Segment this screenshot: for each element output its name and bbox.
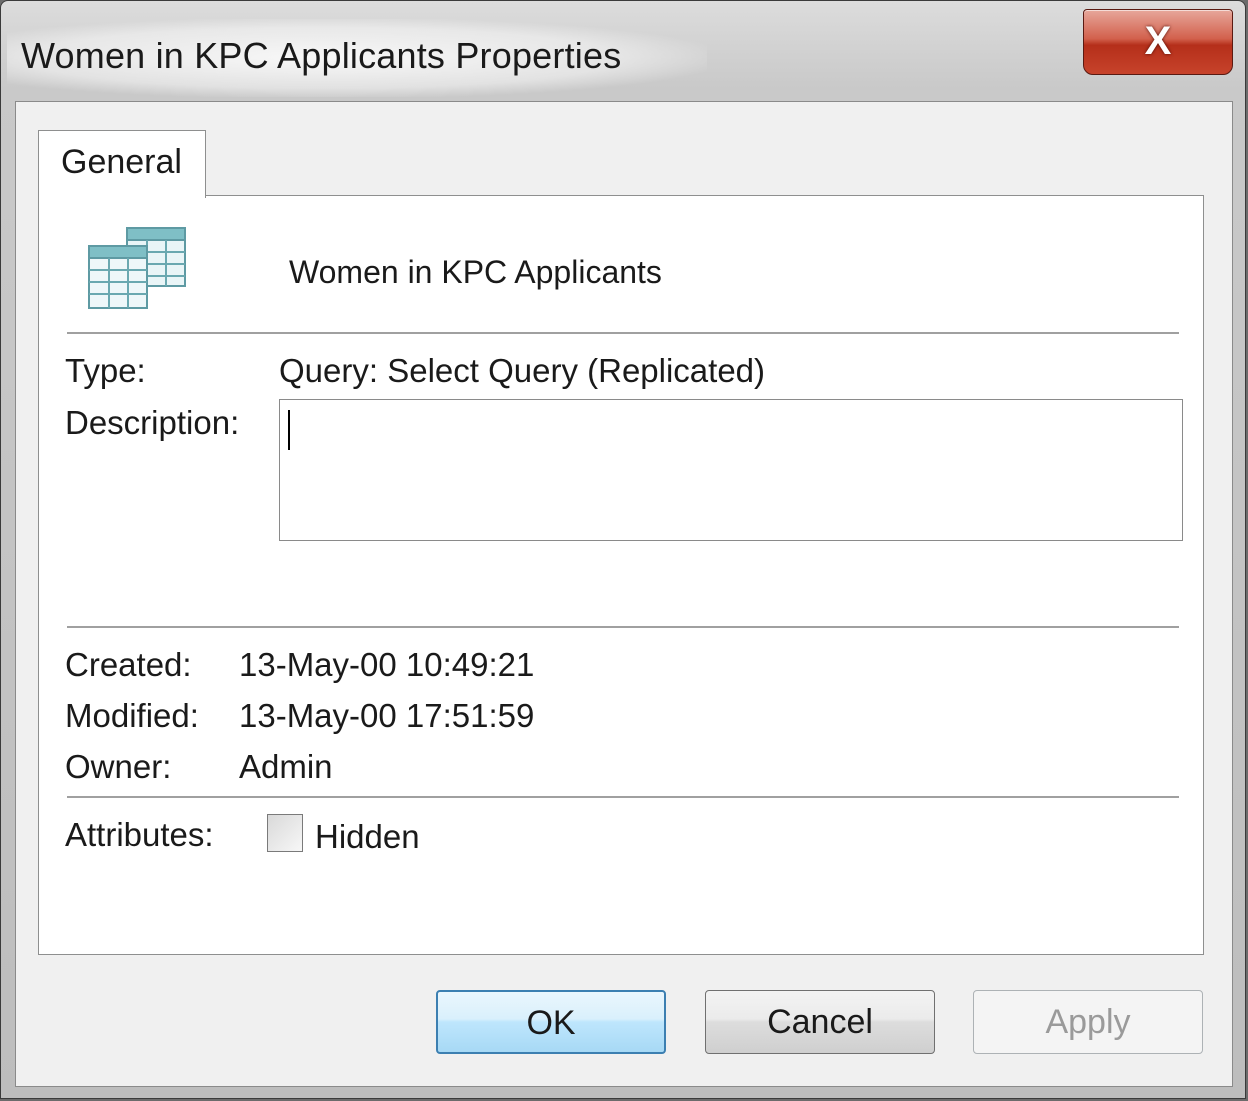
hidden-checkbox[interactable] [267, 814, 303, 852]
hidden-label[interactable]: Hidden [315, 818, 420, 856]
type-label: Type: [65, 352, 146, 389]
apply-button[interactable]: Apply [973, 990, 1203, 1054]
text-caret [288, 410, 290, 450]
owner-value: Admin [239, 748, 333, 785]
modified-label: Modified: [65, 697, 199, 734]
query-table-icon [88, 227, 186, 309]
ok-button[interactable]: OK [436, 990, 666, 1054]
close-button[interactable]: X [1083, 9, 1233, 75]
title-bar[interactable]: Women in KPC Applicants Properties X [1, 1, 1245, 101]
created-label: Created: [65, 646, 192, 683]
window-title: Women in KPC Applicants Properties [21, 35, 622, 76]
close-icon: X [1144, 19, 1172, 63]
tab-general-label: General [61, 143, 182, 181]
separator [67, 796, 1179, 798]
tab-general[interactable]: General [38, 130, 206, 198]
description-label: Description: [65, 404, 240, 441]
object-name: Women in KPC Applicants [289, 254, 662, 290]
type-value: Query: Select Query (Replicated) [279, 352, 766, 389]
properties-dialog: Women in KPC Applicants Properties X Gen… [0, 0, 1246, 1099]
separator [67, 332, 1179, 334]
attributes-label: Attributes: [65, 816, 214, 853]
dialog-client-area: General Women in KPC Applicants Type: Qu… [15, 101, 1233, 1087]
modified-value: 13-May-00 17:51:59 [239, 697, 535, 734]
separator [67, 626, 1179, 628]
created-value: 13-May-00 10:49:21 [239, 646, 535, 683]
description-field[interactable] [279, 399, 1183, 541]
cancel-button[interactable]: Cancel [705, 990, 935, 1054]
owner-label: Owner: [65, 748, 172, 785]
general-tab-panel: Women in KPC Applicants Type: Query: Sel… [38, 195, 1204, 955]
